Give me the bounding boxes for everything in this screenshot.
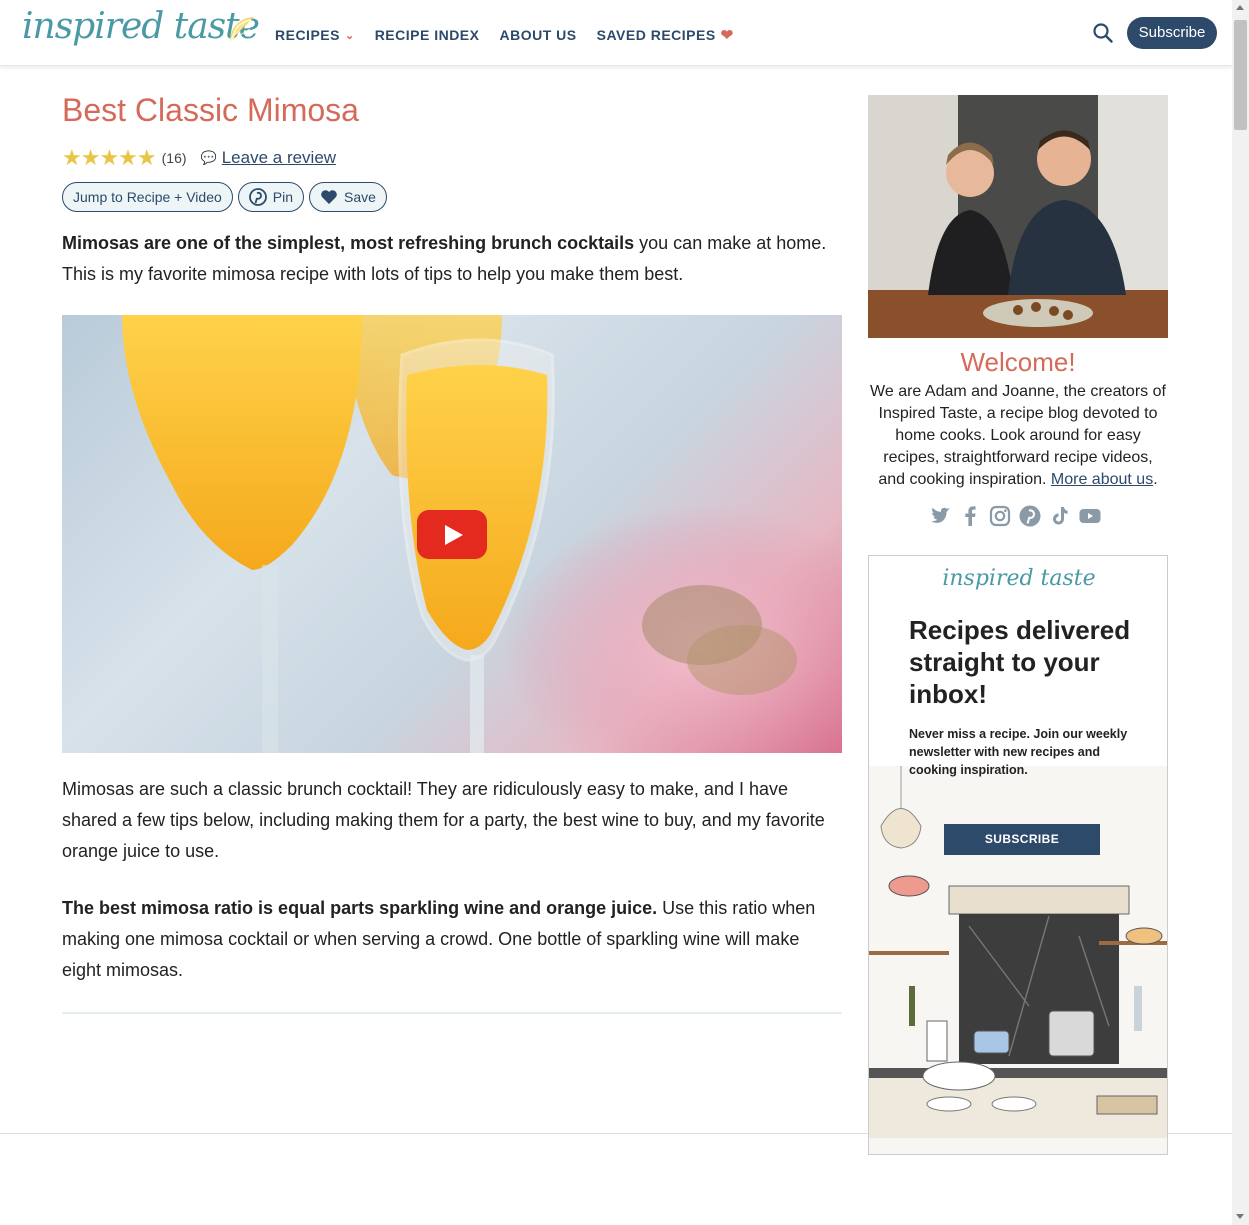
search-icon[interactable]	[1092, 22, 1114, 44]
about-end: .	[1153, 471, 1158, 488]
scroll-up-arrow[interactable]	[1236, 5, 1244, 10]
newsletter-subscribe-button[interactable]: SUBSCRIBE	[944, 824, 1100, 855]
save-label: Save	[344, 189, 376, 205]
tiktok-icon[interactable]	[1048, 504, 1072, 528]
social-links	[928, 504, 1102, 528]
instagram-icon[interactable]	[988, 504, 1012, 528]
more-about-us-link[interactable]: More about us	[1051, 471, 1153, 488]
site-header: inspired taste RECIPES ⌄ RECIPE INDEX AB…	[0, 0, 1232, 66]
scroll-down-arrow[interactable]	[1236, 1214, 1244, 1219]
facebook-icon[interactable]	[958, 504, 982, 528]
nav-saved-recipes[interactable]: SAVED RECIPES ❤	[597, 26, 734, 44]
save-button[interactable]: Save	[309, 182, 387, 212]
star-rating[interactable]: ★★★★★	[62, 145, 157, 171]
site-logo[interactable]: inspired taste	[22, 6, 260, 47]
chevron-down-icon: ⌄	[344, 29, 355, 42]
welcome-heading: Welcome!	[960, 347, 1076, 377]
pinterest-icon	[248, 188, 267, 206]
newsletter-title: Recipes delivered straight to your inbox…	[909, 615, 1131, 709]
nav-recipe-index[interactable]: RECIPE INDEX	[375, 26, 480, 44]
rating-count: (16)	[161, 150, 187, 166]
play-button-icon[interactable]	[417, 510, 487, 559]
youtube-icon[interactable]	[1078, 504, 1102, 528]
body-paragraph-1: Mimosas are such a classic brunch cockta…	[62, 779, 825, 861]
about-text: We are Adam and Joanne, the creators of …	[868, 381, 1168, 491]
comment-icon: 💬	[200, 150, 217, 165]
newsletter-logo: inspired taste	[942, 566, 1096, 591]
main-nav: RECIPES ⌄ RECIPE INDEX ABOUT US SAVED RE…	[275, 26, 734, 44]
intro-paragraph: Mimosas are one of the simplest, most re…	[62, 228, 842, 290]
pinterest-icon[interactable]	[1018, 504, 1042, 528]
nav-about-us-label: ABOUT US	[499, 27, 577, 43]
page-scrollbar[interactable]	[1232, 0, 1249, 1225]
authors-photo	[868, 95, 1168, 338]
twitter-icon[interactable]	[928, 504, 952, 528]
newsletter-widget: inspired taste Recipes delivered straigh…	[868, 555, 1168, 1155]
action-buttons: Jump to Recipe + Video Pin Save	[62, 182, 387, 212]
recipe-video[interactable]	[62, 315, 842, 753]
jump-to-recipe-button[interactable]: Jump to Recipe + Video	[62, 182, 233, 212]
newsletter-text: Never miss a recipe. Join our weekly new…	[909, 727, 1128, 777]
body-paragraph-2: The best mimosa ratio is equal parts spa…	[62, 893, 842, 986]
rating-row: ★★★★★ (16) 💬 Leave a review	[62, 145, 336, 171]
lemon-icon	[229, 17, 254, 42]
nav-about-us[interactable]: ABOUT US	[500, 26, 577, 44]
scrollbar-thumb[interactable]	[1234, 20, 1247, 130]
nav-recipes-label: RECIPES	[275, 27, 340, 43]
jump-to-recipe-label: Jump to Recipe + Video	[73, 189, 222, 205]
page-title: Best Classic Mimosa	[62, 92, 359, 128]
authors-image	[868, 95, 1168, 338]
heart-icon	[321, 190, 337, 204]
intro-bold: Mimosas are one of the simplest, most re…	[62, 233, 635, 253]
leave-review-link[interactable]: Leave a review	[222, 148, 336, 168]
header-subscribe-button[interactable]: Subscribe	[1127, 17, 1217, 49]
pin-label: Pin	[272, 189, 294, 205]
ratio-bold: The best mimosa ratio is equal parts spa…	[62, 898, 658, 918]
divider	[62, 1012, 842, 1014]
pin-button[interactable]: Pin	[237, 182, 305, 212]
nav-saved-recipes-label: SAVED RECIPES	[596, 27, 716, 43]
nav-recipe-index-label: RECIPE INDEX	[374, 27, 480, 43]
heart-icon: ❤	[720, 27, 734, 44]
nav-recipes[interactable]: RECIPES ⌄	[275, 26, 355, 44]
